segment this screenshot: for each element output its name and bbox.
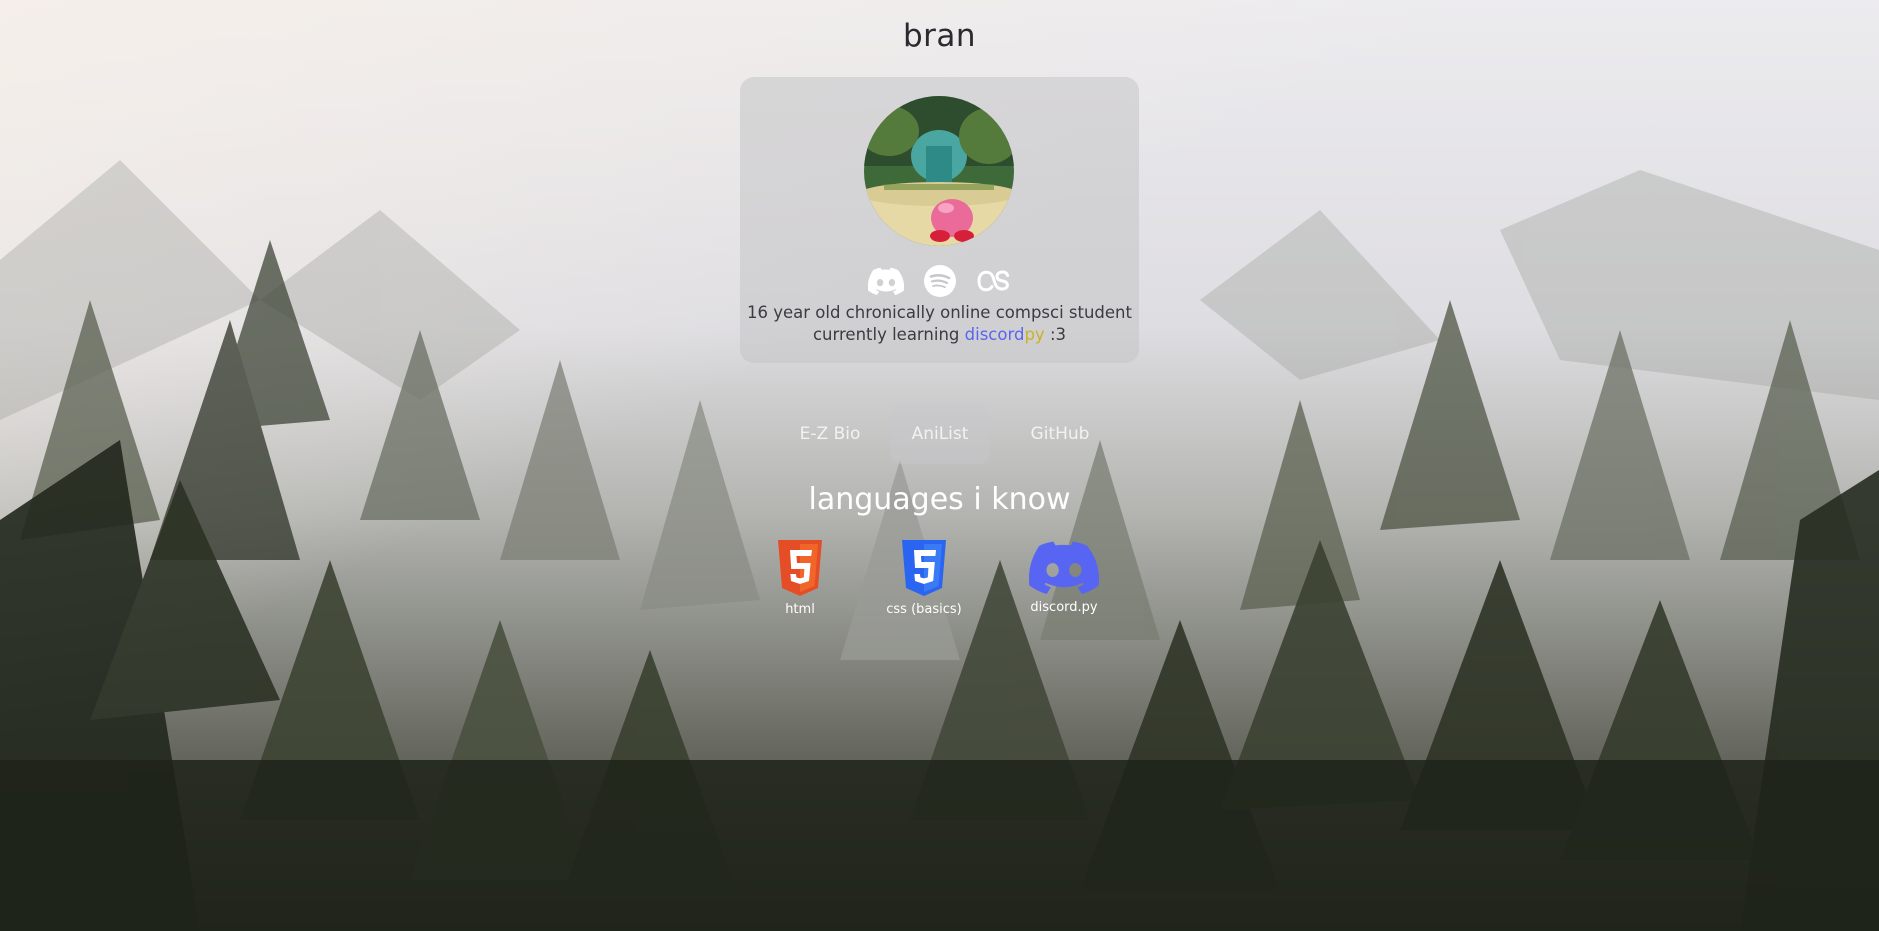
- discord-icon: [1028, 541, 1100, 594]
- page-title: bran: [902, 18, 977, 54]
- bio-py-word: py: [1024, 325, 1045, 344]
- languages-heading: languages i know: [808, 482, 1071, 517]
- bio-line-1: 16 year old chronically online compsci s…: [746, 303, 1132, 322]
- language-label-css: css (basics): [886, 602, 962, 617]
- link-buttons: E-Z Bio AniList GitHub: [760, 404, 1120, 464]
- lastfm-link[interactable]: [976, 263, 1012, 299]
- language-label-html: html: [785, 602, 815, 617]
- bio-learning-prefix: currently learning: [812, 325, 960, 344]
- bio-line-2: currently learning discordpy :3: [740, 324, 1139, 346]
- spotify-link[interactable]: [922, 263, 958, 299]
- bio-suffix: :3: [1049, 325, 1067, 344]
- social-links: [740, 263, 1139, 299]
- spotify-icon: [923, 265, 956, 297]
- bio-text: 16 year old chronically online compsci s…: [740, 302, 1139, 346]
- language-item-css: css (basics): [874, 540, 974, 617]
- language-item-html: html: [760, 540, 840, 617]
- discord-link[interactable]: [867, 263, 904, 299]
- css3-icon: [902, 540, 946, 596]
- avatar: [864, 96, 1014, 246]
- lastfm-icon: [977, 270, 1009, 292]
- language-label-discordpy: discord.py: [1030, 600, 1098, 615]
- profile-card: 16 year old chronically online compsci s…: [740, 77, 1139, 363]
- anilist-link[interactable]: AniList: [890, 404, 990, 464]
- discord-icon: [867, 267, 904, 295]
- github-link[interactable]: GitHub: [1000, 404, 1120, 464]
- language-item-discordpy: discord.py: [1024, 540, 1104, 615]
- bio-discord-word: discord: [964, 325, 1025, 344]
- ez-bio-link[interactable]: E-Z Bio: [770, 404, 890, 464]
- html5-icon: [778, 540, 822, 596]
